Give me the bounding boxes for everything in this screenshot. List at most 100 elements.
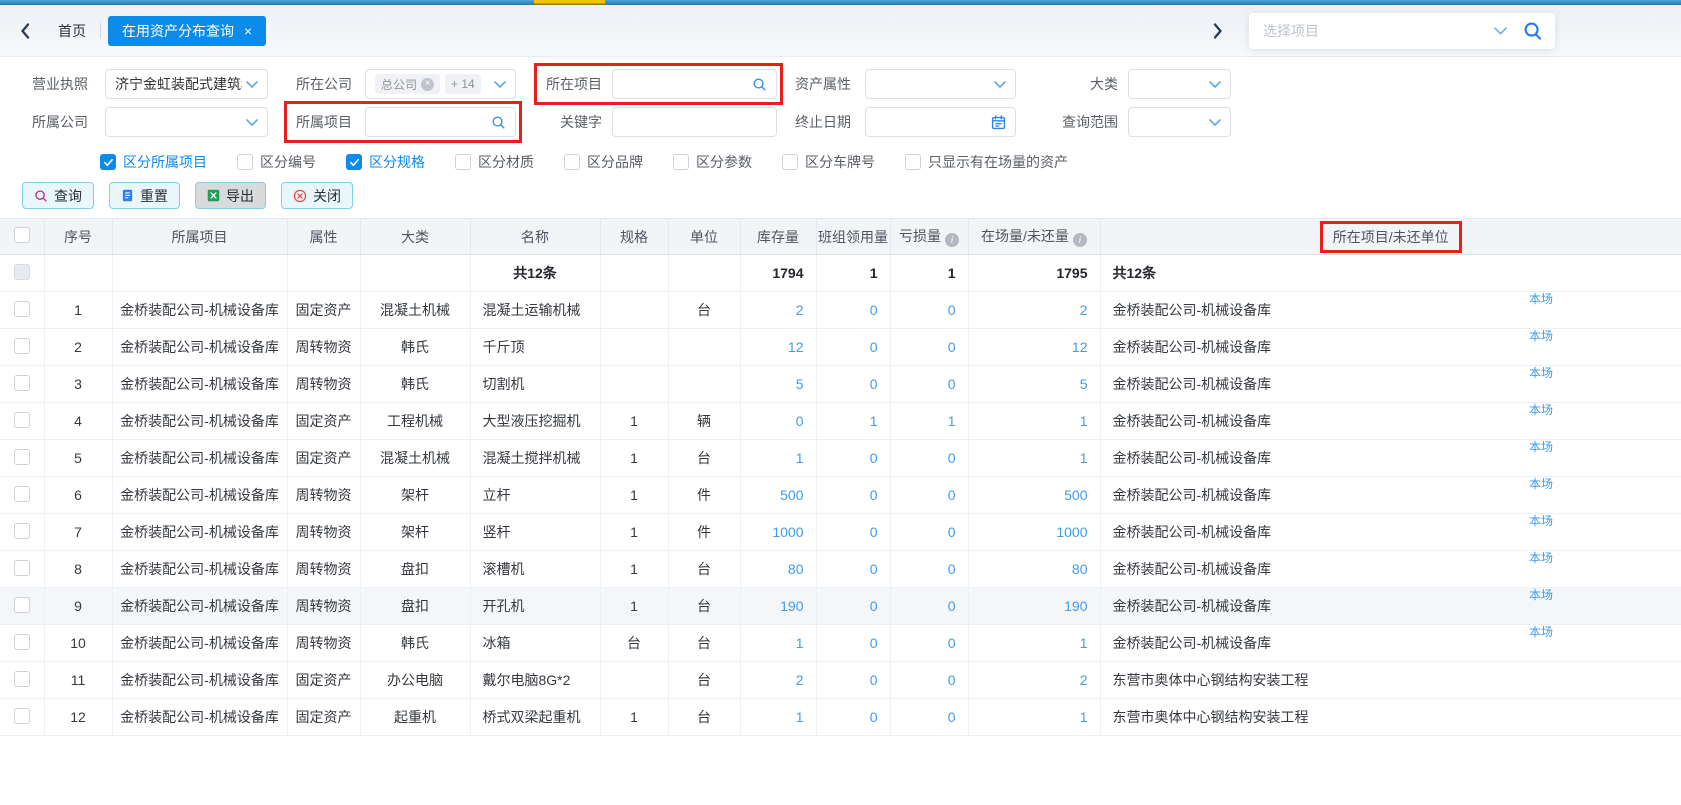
row-checkbox[interactable] <box>14 597 30 613</box>
cell-onsite-link[interactable]: 80 <box>968 551 1100 588</box>
cell-team-link[interactable]: 0 <box>816 699 890 736</box>
row-checkbox[interactable] <box>14 560 30 576</box>
cell-onsite-link[interactable]: 1000 <box>968 514 1100 551</box>
query-button[interactable]: 查询 <box>22 182 94 209</box>
row-checkbox[interactable] <box>14 523 30 539</box>
row-checkbox[interactable] <box>14 671 30 687</box>
row-checkbox[interactable] <box>14 412 30 428</box>
keyword-input[interactable] <box>622 108 767 136</box>
row-checkbox[interactable] <box>14 338 30 354</box>
checkbox-icon[interactable] <box>673 154 689 170</box>
option-unchecked[interactable]: 只显示有在场量的资产 <box>905 152 1068 172</box>
onsite-tag-link[interactable]: 本场 <box>1529 551 1553 566</box>
option-unchecked[interactable]: 区分编号 <box>237 152 316 172</box>
cell-loss-link[interactable]: 1 <box>890 403 968 440</box>
cell-loss-link[interactable]: 0 <box>890 440 968 477</box>
cell-team-link[interactable]: 0 <box>816 477 890 514</box>
cell-team-link[interactable]: 0 <box>816 440 890 477</box>
checkbox-icon[interactable] <box>905 154 921 170</box>
cell-team-link[interactable]: 0 <box>816 366 890 403</box>
cell-team-link[interactable]: 0 <box>816 588 890 625</box>
cell-stock-link[interactable]: 500 <box>740 477 816 514</box>
cell-onsite-link[interactable]: 1 <box>968 625 1100 662</box>
cell-loss-link[interactable]: 0 <box>890 588 968 625</box>
project-in-input[interactable] <box>622 70 748 98</box>
tag-remove-icon[interactable]: × <box>421 78 434 91</box>
magnifier-icon[interactable] <box>491 115 506 130</box>
close-tab-icon[interactable]: × <box>244 24 252 38</box>
magnifier-icon[interactable] <box>752 77 767 92</box>
cell-loss-link[interactable]: 0 <box>890 329 968 366</box>
cell-loss-link[interactable]: 0 <box>890 662 968 699</box>
checkbox-icon[interactable] <box>346 154 362 170</box>
onsite-tag-link[interactable]: 本场 <box>1529 514 1553 529</box>
query-scope-select[interactable] <box>1128 107 1231 137</box>
calendar-icon[interactable] <box>991 115 1006 130</box>
cell-loss-link[interactable]: 0 <box>890 477 968 514</box>
cell-stock-link[interactable]: 80 <box>740 551 816 588</box>
row-checkbox[interactable] <box>14 375 30 391</box>
cell-team-link[interactable]: 0 <box>816 514 890 551</box>
reset-button[interactable]: 重置 <box>109 182 180 209</box>
project-in-search[interactable] <box>612 69 777 99</box>
cell-stock-link[interactable]: 1 <box>740 440 816 477</box>
asset-attr-select[interactable] <box>865 69 1016 99</box>
onsite-tag-link[interactable]: 本场 <box>1529 292 1553 307</box>
row-checkbox[interactable] <box>14 264 30 280</box>
close-button[interactable]: 关闭 <box>281 182 353 209</box>
cell-loss-link[interactable]: 0 <box>890 625 968 662</box>
cell-stock-link[interactable]: 0 <box>740 403 816 440</box>
end-date-input[interactable] <box>875 108 987 136</box>
owner-company-select[interactable] <box>105 107 268 137</box>
cell-onsite-link[interactable]: 1 <box>968 699 1100 736</box>
option-checked[interactable]: 区分所属项目 <box>100 152 207 172</box>
cell-stock-link[interactable]: 12 <box>740 329 816 366</box>
row-checkbox[interactable] <box>14 449 30 465</box>
cell-onsite-link[interactable]: 2 <box>968 662 1100 699</box>
cell-onsite-link[interactable]: 1 <box>968 403 1100 440</box>
checkbox-icon[interactable] <box>455 154 471 170</box>
onsite-tag-link[interactable]: 本场 <box>1529 588 1553 603</box>
cell-onsite-link[interactable]: 12 <box>968 329 1100 366</box>
cell-team-link[interactable]: 0 <box>816 625 890 662</box>
end-date-field[interactable] <box>865 107 1016 137</box>
export-button[interactable]: 导出 <box>195 182 266 209</box>
checkbox-icon[interactable] <box>237 154 253 170</box>
cell-team-link[interactable]: 0 <box>816 329 890 366</box>
keyword-field[interactable] <box>612 107 777 137</box>
cell-loss-link[interactable]: 0 <box>890 699 968 736</box>
cell-onsite-link[interactable]: 190 <box>968 588 1100 625</box>
cell-onsite-link[interactable]: 500 <box>968 477 1100 514</box>
option-checked[interactable]: 区分规格 <box>346 152 425 172</box>
cell-stock-link[interactable]: 2 <box>740 662 816 699</box>
search-icon[interactable] <box>1523 21 1543 41</box>
tab-active-asset-query[interactable]: 在用资产分布查询 × <box>108 16 266 46</box>
option-unchecked[interactable]: 区分材质 <box>455 152 534 172</box>
project-select[interactable]: 选择项目 <box>1249 13 1555 49</box>
cell-loss-link[interactable]: 0 <box>890 551 968 588</box>
cell-stock-link[interactable]: 1 <box>740 625 816 662</box>
cell-team-link[interactable]: 0 <box>816 292 890 329</box>
checkbox-icon[interactable] <box>782 154 798 170</box>
cell-team-link[interactable]: 0 <box>816 662 890 699</box>
major-class-select[interactable] <box>1128 69 1231 99</box>
cell-team-link[interactable]: 1 <box>816 403 890 440</box>
cell-stock-link[interactable]: 1000 <box>740 514 816 551</box>
row-checkbox[interactable] <box>14 634 30 650</box>
row-checkbox[interactable] <box>14 486 30 502</box>
owner-project-search[interactable] <box>365 107 516 137</box>
onsite-tag-link[interactable]: 本场 <box>1529 625 1553 640</box>
row-checkbox[interactable] <box>14 301 30 317</box>
onsite-tag-link[interactable]: 本场 <box>1529 329 1553 344</box>
cell-onsite-link[interactable]: 2 <box>968 292 1100 329</box>
row-checkbox[interactable] <box>14 708 30 724</box>
onsite-tag-link[interactable]: 本场 <box>1529 440 1553 455</box>
tab-home[interactable]: 首页 <box>58 21 86 41</box>
cell-loss-link[interactable]: 0 <box>890 366 968 403</box>
owner-project-input[interactable] <box>375 108 487 136</box>
business-license-select[interactable]: 济宁金虹装配式建筑科技 <box>105 69 268 99</box>
back-chevron-icon[interactable] <box>14 20 36 42</box>
cell-team-link[interactable]: 0 <box>816 551 890 588</box>
cell-stock-link[interactable]: 190 <box>740 588 816 625</box>
option-unchecked[interactable]: 区分参数 <box>673 152 752 172</box>
